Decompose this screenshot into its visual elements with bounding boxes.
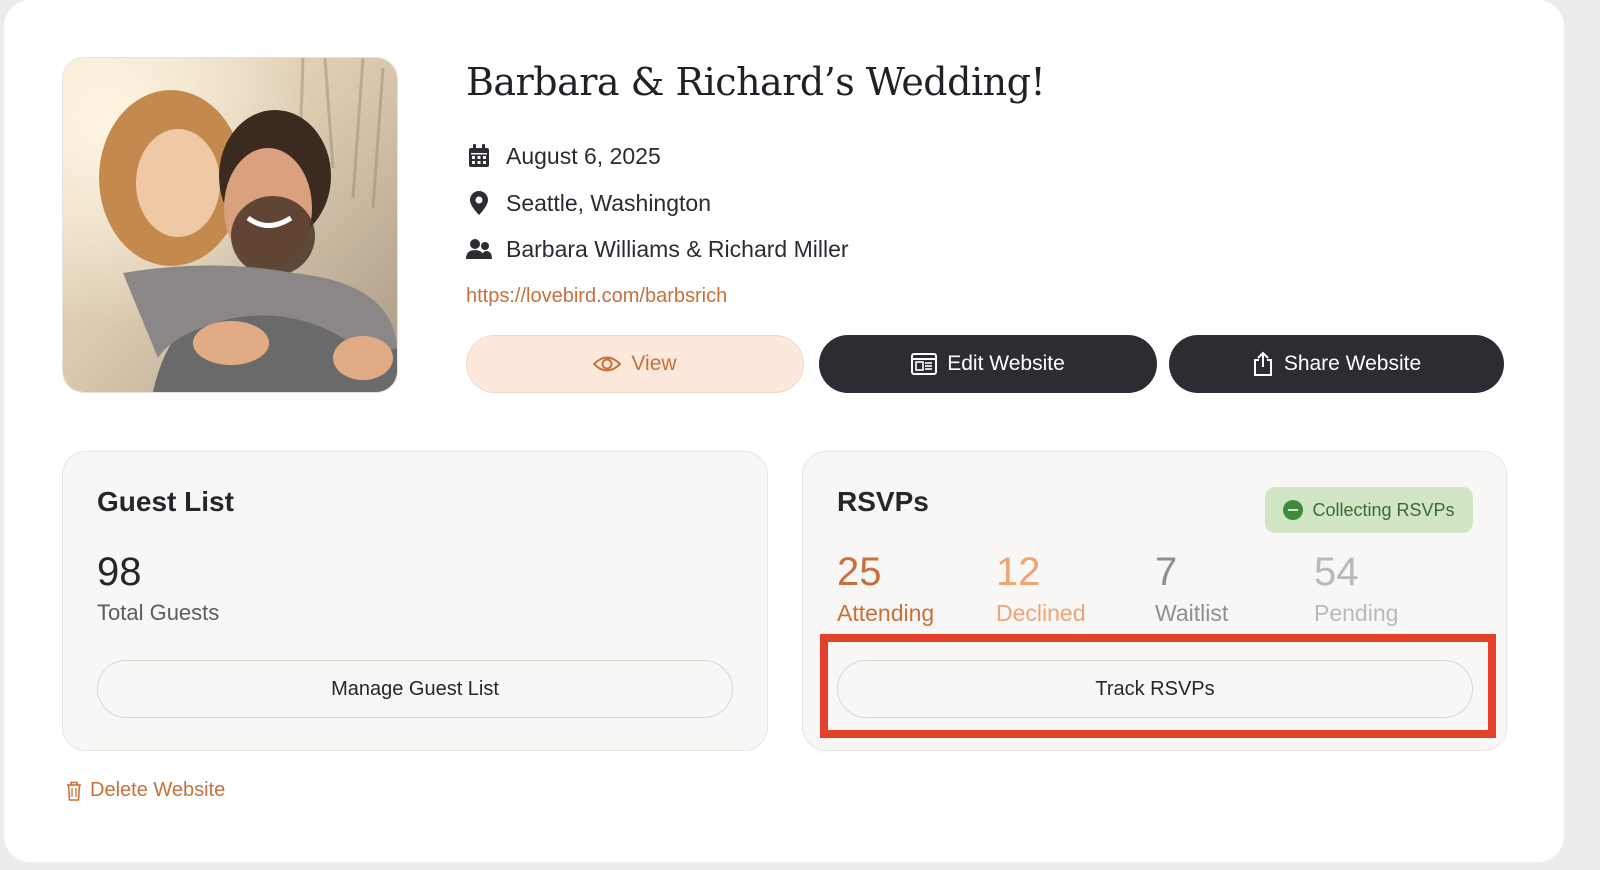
status-badge-label: Collecting RSVPs bbox=[1312, 499, 1455, 520]
event-date: August 6, 2025 bbox=[506, 142, 661, 169]
view-button[interactable]: View bbox=[466, 335, 804, 393]
total-guests-count: 98 bbox=[97, 550, 142, 594]
event-couple-names: Barbara Williams & Richard Miller bbox=[506, 235, 849, 262]
declined-label: Declined bbox=[996, 600, 1086, 626]
pending-count: 54 bbox=[1314, 550, 1359, 594]
eye-icon bbox=[593, 355, 622, 373]
event-date-row: August 6, 2025 bbox=[466, 141, 661, 171]
attending-label: Attending bbox=[837, 600, 935, 626]
guest-list-panel: Guest List 98 Total Guests Manage Guest … bbox=[62, 451, 768, 751]
couple-photo bbox=[62, 57, 398, 393]
page-title: Barbara & Richard’s Wedding! bbox=[466, 60, 1046, 104]
edit-website-label: Edit Website bbox=[947, 352, 1065, 375]
guest-list-title: Guest List bbox=[97, 486, 234, 517]
location-pin-icon bbox=[466, 190, 492, 216]
attending-count: 25 bbox=[837, 550, 882, 594]
event-location: Seattle, Washington bbox=[506, 189, 711, 216]
minus-circle-icon bbox=[1283, 500, 1304, 520]
edit-website-button[interactable]: Edit Website bbox=[819, 335, 1157, 393]
wedding-website-card: Barbara & Richard’s Wedding! August 6, 2… bbox=[4, 0, 1564, 862]
event-location-row: Seattle, Washington bbox=[466, 188, 711, 218]
share-website-button[interactable]: Share Website bbox=[1169, 335, 1504, 393]
website-edit-icon bbox=[911, 353, 938, 375]
trash-icon bbox=[66, 781, 82, 801]
total-guests-label: Total Guests bbox=[97, 600, 220, 625]
share-icon bbox=[1252, 351, 1274, 377]
website-url-link[interactable]: https://lovebird.com/barbsrich bbox=[466, 285, 727, 308]
share-website-label: Share Website bbox=[1283, 352, 1422, 375]
calendar-icon bbox=[466, 143, 492, 169]
event-couple-row: Barbara Williams & Richard Miller bbox=[466, 234, 849, 264]
delete-website-label: Delete Website bbox=[90, 779, 226, 801]
rsvps-title: RSVPs bbox=[837, 486, 929, 517]
pending-label: Pending bbox=[1314, 600, 1399, 626]
delete-website-link[interactable]: Delete Website bbox=[66, 779, 225, 802]
status-badge: Collecting RSVPs bbox=[1265, 487, 1473, 533]
manage-guest-list-button[interactable]: Manage Guest List bbox=[97, 660, 733, 718]
declined-count: 12 bbox=[996, 550, 1041, 594]
waitlist-label: Waitlist bbox=[1155, 600, 1229, 626]
rsvps-panel: RSVPs Collecting RSVPs 25 Attending 12 D… bbox=[802, 451, 1507, 751]
view-button-label: View bbox=[631, 352, 677, 375]
waitlist-count: 7 bbox=[1155, 550, 1178, 594]
users-icon bbox=[466, 236, 492, 262]
track-rsvps-button[interactable]: Track RSVPs bbox=[837, 660, 1473, 718]
